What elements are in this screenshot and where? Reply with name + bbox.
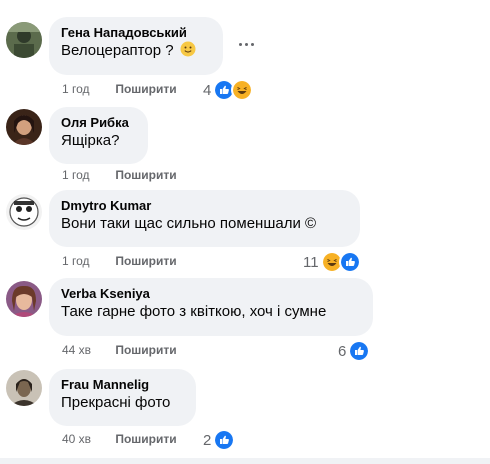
comment-text-content: Велоцераптор ? — [61, 42, 174, 59]
comment-time[interactable]: 1 год — [62, 167, 110, 183]
share-button[interactable]: Поширити — [115, 168, 176, 182]
comment-time[interactable]: 40 хв — [62, 431, 110, 447]
comment-meta: 1 год Поширити — [62, 167, 177, 183]
reaction-count: 4 — [203, 81, 212, 99]
reaction-count: 2 — [203, 431, 212, 449]
reactions-summary[interactable]: 2 — [203, 429, 236, 451]
comment-author[interactable]: Verba Kseniya — [61, 286, 361, 302]
reaction-count: 6 — [338, 342, 347, 360]
avatar[interactable] — [6, 194, 42, 230]
comment-bubble: Оля Рибка Ящірка? — [49, 107, 148, 164]
comment-bubble: Гена Нападовський Велоцераптор ? — [49, 17, 223, 75]
comment-text: Велоцераптор ? — [61, 41, 211, 61]
comment-bubble: Verba Kseniya Таке гарне фото з квіткою,… — [49, 278, 373, 336]
comment-author[interactable]: Dmytro Kumar — [61, 198, 348, 214]
like-icon — [348, 340, 371, 362]
comment-author[interactable]: Frau Mannelig — [61, 377, 184, 393]
comment-meta: 1 год Поширити — [62, 253, 177, 269]
comment-author[interactable]: Гена Нападовський — [61, 25, 211, 41]
slightly-smiling-face-icon — [180, 41, 196, 57]
haha-icon — [231, 79, 254, 101]
comment-meta: 44 хв Поширити — [62, 342, 177, 358]
more-options-button[interactable] — [236, 34, 256, 54]
share-button[interactable]: Поширити — [115, 432, 176, 446]
avatar[interactable] — [6, 22, 42, 58]
share-button[interactable]: Поширити — [115, 254, 176, 268]
comment-meta: 40 хв Поширити — [62, 431, 177, 447]
comment-time[interactable]: 1 год — [62, 81, 110, 97]
reaction-count: 11 — [303, 253, 319, 271]
reactions-summary[interactable]: 6 — [338, 340, 371, 362]
like-icon — [338, 251, 361, 273]
section-divider — [0, 458, 490, 464]
avatar[interactable] — [6, 109, 42, 145]
comment-text: Ящірка? — [61, 132, 120, 149]
comment-text: Прекрасні фото — [61, 394, 171, 411]
like-icon — [213, 429, 236, 451]
comment-time[interactable]: 1 год — [62, 253, 110, 269]
comment-text: Таке гарне фото з квіткою, хоч і сумне — [61, 303, 327, 320]
avatar[interactable] — [6, 370, 42, 406]
comment-time[interactable]: 44 хв — [62, 342, 110, 358]
comment-author[interactable]: Оля Рибка — [61, 115, 136, 131]
reactions-summary[interactable]: 4 — [203, 79, 254, 101]
reactions-summary[interactable]: 11 — [303, 251, 361, 273]
avatar[interactable] — [6, 281, 42, 317]
comment-meta: 1 год Поширити — [62, 81, 177, 97]
share-button[interactable]: Поширити — [115, 82, 176, 96]
comment-bubble: Dmytro Kumar Вони таки щас сильно поменш… — [49, 190, 360, 247]
comment-bubble: Frau Mannelig Прекрасні фото — [49, 369, 196, 426]
comment-text: Вони таки щас сильно поменшали © — [61, 215, 317, 232]
share-button[interactable]: Поширити — [115, 343, 176, 357]
